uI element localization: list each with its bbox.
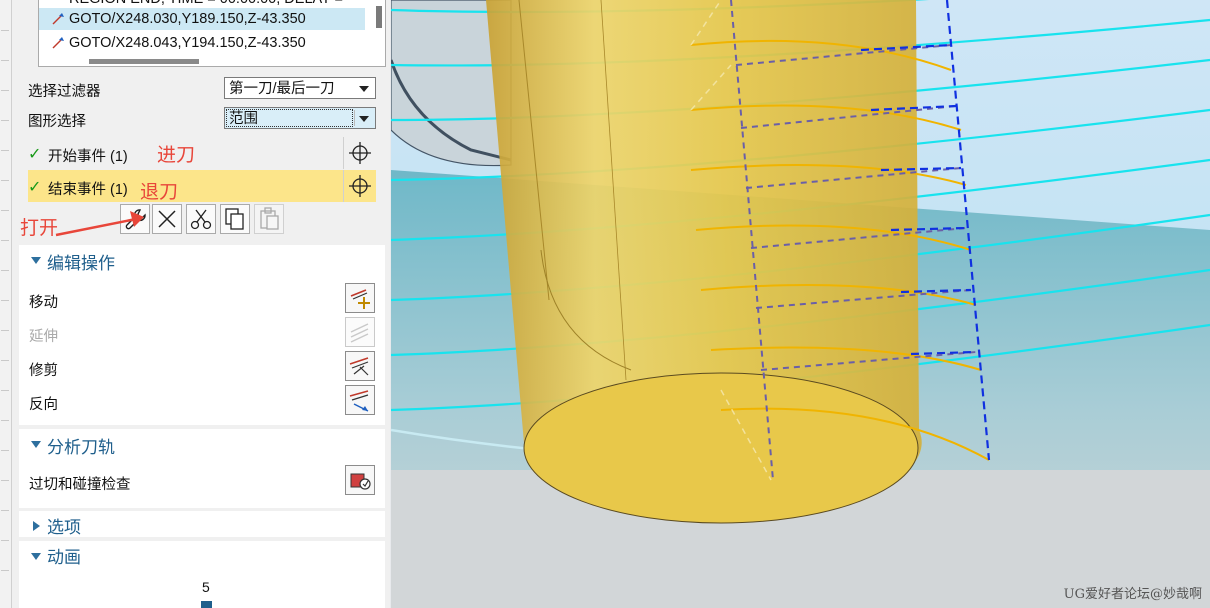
shape-select[interactable]: 范围 xyxy=(224,107,376,129)
goto-arrow-icon xyxy=(52,37,64,49)
collapse-icon xyxy=(31,553,41,560)
reverse-button[interactable] xyxy=(345,385,375,415)
analysis-header[interactable]: 分析刀轨 xyxy=(19,429,385,459)
options-section: 选项 xyxy=(19,511,385,537)
check-icon: ✓ xyxy=(28,179,42,196)
trim-path-icon xyxy=(349,357,369,376)
copy-icon xyxy=(225,208,244,230)
tool-path-edit-panel: REGION END, TIME = 00:00:00, DELAY = GOT… xyxy=(12,0,390,608)
collapse-icon xyxy=(31,257,41,264)
chevron-down-icon xyxy=(359,86,369,92)
extend-row: 延伸 xyxy=(29,317,385,349)
extend-path-icon xyxy=(350,323,369,343)
animation-header[interactable]: 动画 xyxy=(19,541,385,571)
point-pick-button[interactable] xyxy=(343,137,376,169)
paste-icon xyxy=(260,207,279,230)
reverse-path-icon xyxy=(349,390,369,412)
check-icon: ✓ xyxy=(28,146,42,163)
animation-section: 动画 5 xyxy=(19,541,385,608)
edit-operations-section: 编辑操作 移动 延伸 修剪 反向 xyxy=(19,245,385,425)
start-event-row[interactable]: ✓ 开始事件 (1) xyxy=(28,137,376,169)
gouge-check-icon xyxy=(350,473,371,490)
analysis-section: 分析刀轨 过切和碰撞检查 xyxy=(19,429,385,508)
crosshair-icon xyxy=(349,175,371,197)
trim-row: 修剪 xyxy=(29,351,385,383)
goto-arrow-icon xyxy=(52,13,64,25)
reverse-row: 反向 xyxy=(29,385,385,417)
speed-slider-handle[interactable] xyxy=(201,601,212,608)
vertical-scrollbar[interactable] xyxy=(376,6,382,28)
pointer-arrow xyxy=(55,211,144,237)
end-event-row[interactable]: ✓ 结束事件 (1) xyxy=(28,170,376,202)
graphics-viewport[interactable]: UG爱好者论坛@妙哉啊 xyxy=(391,0,1210,608)
shape-label: 图形选择 xyxy=(28,114,86,130)
gouge-check-button[interactable] xyxy=(345,465,375,495)
filter-select[interactable]: 第一刀/最后一刀 xyxy=(224,77,376,99)
speed-value: 5 xyxy=(202,579,210,595)
watermark: UG爱好者论坛@妙哉啊 xyxy=(1063,587,1202,602)
horizontal-scrollbar[interactable] xyxy=(89,59,199,64)
left-edge-strip xyxy=(0,0,12,608)
point-pick-button[interactable] xyxy=(343,170,376,202)
filter-label: 选择过滤器 xyxy=(28,84,101,100)
toolpath-scene[interactable] xyxy=(391,0,1210,608)
scissors-icon xyxy=(190,209,212,230)
approach-annotation: 进刀 xyxy=(157,145,196,166)
move-button[interactable] xyxy=(345,283,375,313)
cut-button[interactable] xyxy=(186,204,216,234)
copy-button[interactable] xyxy=(220,204,250,234)
path-event-list[interactable]: REGION END, TIME = 00:00:00, DELAY = GOT… xyxy=(38,0,386,67)
collapse-icon xyxy=(31,441,41,448)
retract-annotation: 退刀 xyxy=(140,182,179,203)
trim-button[interactable] xyxy=(345,351,375,381)
gouge-check-row: 过切和碰撞检查 xyxy=(29,465,385,497)
list-item[interactable]: GOTO/X248.043,Y194.150,Z-43.350 xyxy=(39,32,365,54)
chevron-down-icon xyxy=(359,116,369,122)
edit-operations-header[interactable]: 编辑操作 xyxy=(19,245,385,275)
move-row: 移动 xyxy=(29,283,385,315)
delete-button[interactable] xyxy=(152,204,182,234)
options-header[interactable]: 选项 xyxy=(19,511,385,537)
delete-x-icon xyxy=(158,210,176,228)
crosshair-icon xyxy=(349,142,371,164)
move-path-icon xyxy=(350,289,370,309)
list-item[interactable]: GOTO/X248.030,Y189.150,Z-43.350 xyxy=(39,8,365,30)
expand-icon xyxy=(33,521,40,531)
extend-button[interactable] xyxy=(345,317,375,347)
paste-button[interactable] xyxy=(254,204,284,234)
